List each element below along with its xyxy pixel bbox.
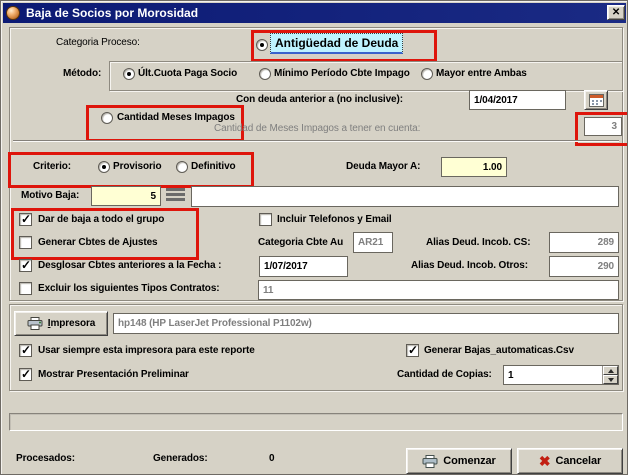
metodo-radio-ult-cuota[interactable] [123, 68, 135, 80]
printer-icon [27, 317, 43, 330]
excluir-field: 11 [258, 280, 619, 300]
motivo-baja-label: Motivo Baja: [21, 190, 79, 201]
categoria-proceso-radio[interactable] [256, 39, 268, 51]
usar-siempre-checkbox[interactable] [19, 344, 32, 357]
incluir-telefonos-checkbox[interactable] [259, 213, 272, 226]
metodo-radio-minimo-periodo-label[interactable]: Mínimo Período Cbte Impago [274, 68, 410, 79]
separator [13, 140, 619, 142]
close-icon: ✕ [612, 8, 620, 18]
excluir-checkbox[interactable] [19, 282, 32, 295]
mostrar-prelim-checkbox[interactable] [19, 368, 32, 381]
alias-cs-label: Alias Deud. Incob. CS: [426, 237, 530, 248]
generados-value: 0 [269, 453, 274, 464]
alias-otros-field: 290 [549, 256, 619, 277]
desglosar-checkbox[interactable] [19, 259, 32, 272]
procesados-label: Procesados: [16, 453, 75, 464]
cancel-icon: ✖ [539, 454, 551, 468]
cantidad-meses-radio-label[interactable]: Cantidad Meses Impagos [117, 112, 235, 123]
criterio-radio-provisorio-label[interactable]: Provisorio [113, 161, 161, 172]
categoria-proceso-value[interactable]: Antigüedad de Deuda [270, 33, 403, 54]
motivo-baja-lookup-button[interactable] [166, 188, 185, 203]
alias-cs-field: 289 [549, 232, 619, 253]
desglosar-date-field[interactable]: 1/07/2017 [259, 256, 348, 277]
excluir-label[interactable]: Excluir los siguientes Tipos Contratos: [38, 283, 220, 294]
comenzar-button-label: Comenzar [443, 455, 495, 467]
impresora-button[interactable]: Impresora [14, 311, 108, 336]
metodo-radio-mayor-ambas[interactable] [421, 68, 433, 80]
close-button[interactable]: ✕ [607, 5, 625, 20]
cantidad-meses-radio[interactable] [101, 112, 113, 124]
comenzar-button[interactable]: Comenzar [406, 448, 512, 474]
generar-csv-label[interactable]: Generar Bajas_automaticas.Csv [424, 345, 574, 356]
copias-label: Cantidad de Copias: [397, 369, 492, 380]
incluir-telefonos-label[interactable]: Incluir Telefonos y Email [277, 214, 392, 225]
motivo-baja-desc-field[interactable] [191, 186, 619, 207]
spin-down-button[interactable] [603, 375, 618, 384]
desglosar-label[interactable]: Desglosar Cbtes anteriores a la Fecha : [38, 260, 221, 271]
cancelar-button[interactable]: ✖ Cancelar [517, 448, 623, 474]
printer-icon [422, 455, 438, 468]
metodo-label: Método: [63, 68, 101, 79]
con-deuda-label: Con deuda anterior a (no inclusive): [236, 94, 403, 105]
dar-baja-checkbox[interactable] [19, 213, 32, 226]
dialog-window: Baja de Socios por Morosidad ✕ Categoria… [0, 0, 628, 475]
deuda-mayor-field[interactable]: 1.00 [441, 157, 507, 177]
generar-cbtes-label[interactable]: Generar Cbtes de Ajustes [38, 237, 158, 248]
criterio-radio-definitivo-label[interactable]: Definitivo [191, 161, 236, 172]
alias-otros-label: Alias Deud. Incob. Otros: [411, 260, 528, 271]
categoria-proceso-label: Categoria Proceso: [56, 37, 140, 48]
impresora-button-label: Impresora [48, 318, 95, 329]
dar-baja-label[interactable]: Dar de baja a todo el grupo [38, 214, 164, 225]
arrow-up-icon [608, 369, 614, 373]
con-deuda-date-field[interactable]: 1/04/2017 [469, 90, 566, 110]
calendar-button[interactable] [584, 90, 608, 110]
criterio-radio-definitivo[interactable] [176, 161, 188, 173]
cantidad-meses-field: 3 [584, 117, 622, 136]
generar-cbtes-checkbox[interactable] [19, 236, 32, 249]
spin-up-button[interactable] [603, 366, 618, 375]
criterio-radio-provisorio[interactable] [98, 161, 110, 173]
copias-spinner[interactable]: 1 [503, 365, 619, 385]
categoria-cbte-label: Categoria Cbte Au [258, 237, 343, 248]
usar-siempre-label[interactable]: Usar siempre esta impresora para este re… [38, 345, 255, 356]
title-bar: Baja de Socios por Morosidad [3, 3, 626, 23]
generar-csv-checkbox[interactable] [406, 344, 419, 357]
deuda-mayor-label: Deuda Mayor A: [346, 161, 420, 172]
calendar-icon [589, 94, 604, 107]
copias-spin-buttons [602, 366, 618, 384]
app-icon [6, 6, 20, 20]
metodo-radio-minimo-periodo[interactable] [259, 68, 271, 80]
metodo-radio-ult-cuota-label[interactable]: Últ.Cuota Paga Socio [138, 68, 237, 79]
motivo-baja-code-field[interactable]: 5 [91, 186, 161, 206]
cantidad-meses-field-label: Cantidad de Meses Impagos a tener en cue… [214, 123, 420, 134]
window-title: Baja de Socios por Morosidad [26, 6, 198, 20]
printer-name-field: hp148 (HP LaserJet Professional P1102w) [113, 313, 619, 334]
categoria-cbte-field: AR21 [353, 232, 393, 253]
generados-label: Generados: [153, 453, 208, 464]
copias-value[interactable]: 1 [504, 366, 602, 384]
progress-panel [9, 413, 623, 431]
cancelar-button-label: Cancelar [555, 455, 601, 467]
mostrar-prelim-label[interactable]: Mostrar Presentación Preliminar [38, 369, 189, 380]
criterio-label: Criterio: [33, 161, 71, 172]
arrow-down-icon [608, 378, 614, 382]
metodo-radio-mayor-ambas-label[interactable]: Mayor entre Ambas [436, 68, 527, 79]
